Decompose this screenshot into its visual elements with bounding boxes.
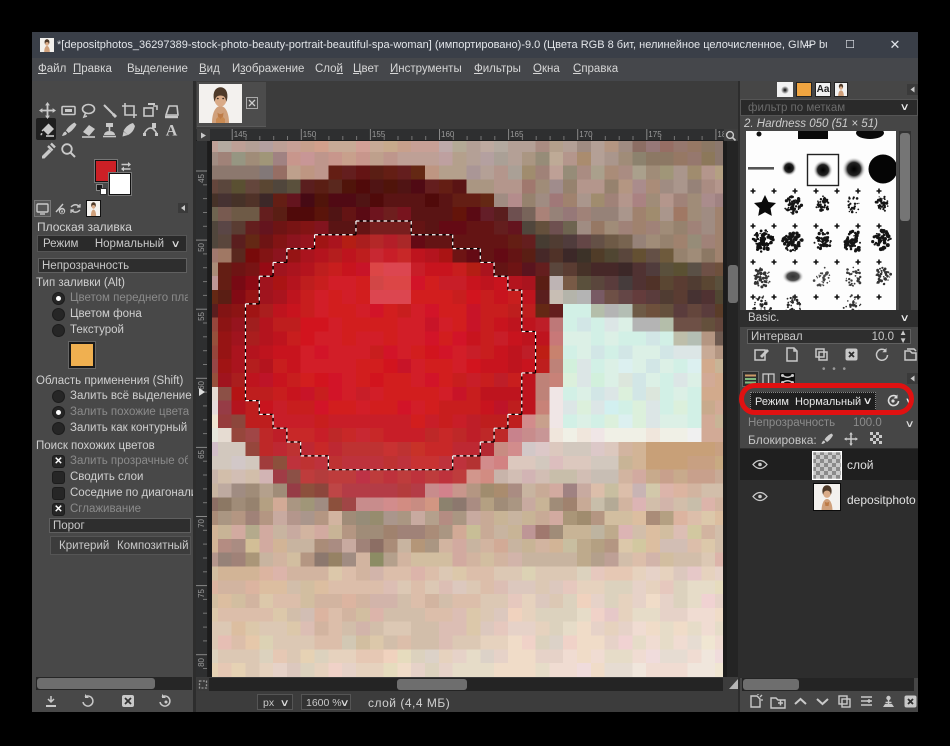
svg-text:A: A (165, 123, 177, 139)
svg-text:75: 75 (197, 588, 206, 597)
svg-text:65: 65 (197, 449, 206, 458)
svg-text:70: 70 (197, 518, 206, 527)
svg-text:55: 55 (197, 311, 206, 320)
svg-text:50: 50 (197, 242, 206, 251)
svg-text:80: 80 (197, 657, 206, 666)
svg-text:60: 60 (197, 380, 206, 389)
svg-text:o: o (60, 208, 64, 215)
svg-text:45: 45 (197, 173, 206, 182)
